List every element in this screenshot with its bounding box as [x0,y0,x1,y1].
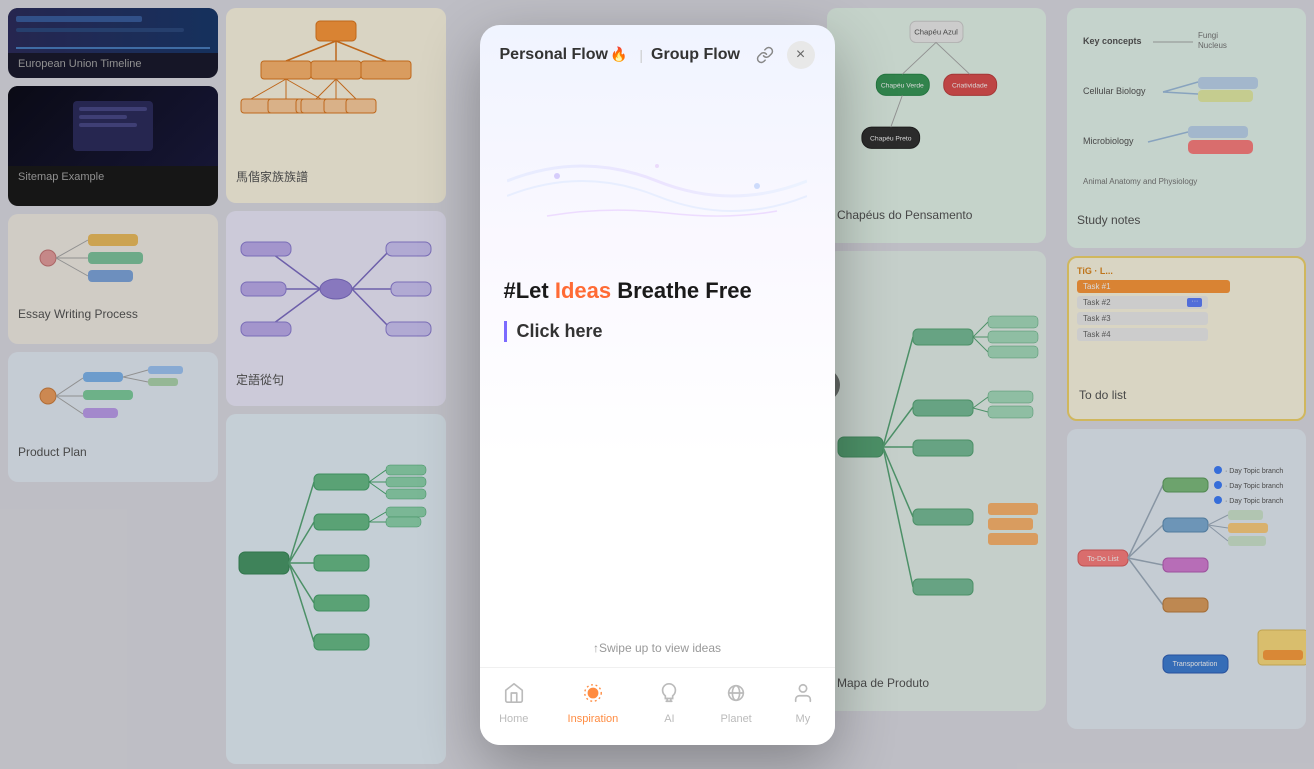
home-label: Home [499,713,528,725]
my-label: My [796,713,811,725]
modal-cta[interactable]: Click here [504,321,811,342]
inspiration-icon [581,682,605,710]
modal-header-actions: × [751,41,815,69]
personal-flow-tab[interactable]: Personal Flow🔥 [500,42,636,68]
nav-home[interactable]: Home [483,678,544,729]
planet-icon [724,682,748,710]
modal-illustration [504,101,811,261]
modal-headline: #Let Ideas Breathe Free [504,277,811,306]
fire-icon: 🔥 [610,46,627,62]
link-icon[interactable] [751,41,779,69]
tab-separator: | [639,47,643,63]
headline-ideas: Ideas [555,278,611,303]
nav-planet[interactable]: Planet [705,678,768,729]
headline-rest: Breathe Free [611,278,752,303]
flow-modal: Personal Flow🔥 | Group Flow × [480,25,835,745]
modal-header: Personal Flow🔥 | Group Flow × [480,25,835,81]
modal-close-button[interactable]: × [787,41,815,69]
inspiration-label: Inspiration [568,713,619,725]
modal-content: #Let Ideas Breathe Free Click here [480,81,835,629]
headline-let: #Let [504,278,555,303]
swipe-hint: ↑Swipe up to view ideas [500,641,815,655]
nav-my[interactable]: My [775,678,831,729]
home-icon [502,682,526,710]
ai-label: AI [664,713,674,725]
nav-inspiration[interactable]: Inspiration [552,678,635,729]
group-flow-tab[interactable]: Group Flow [651,46,740,64]
planet-label: Planet [721,713,752,725]
my-icon [791,682,815,710]
nav-ai[interactable]: AI [641,678,697,729]
modal-overlay: Personal Flow🔥 | Group Flow × [0,0,1314,769]
modal-tabs: Personal Flow🔥 | Group Flow [500,42,740,68]
bottom-nav: Home Inspiration [480,667,835,745]
modal-bottom: ↑Swipe up to view ideas [480,629,835,667]
ai-icon [657,682,681,710]
